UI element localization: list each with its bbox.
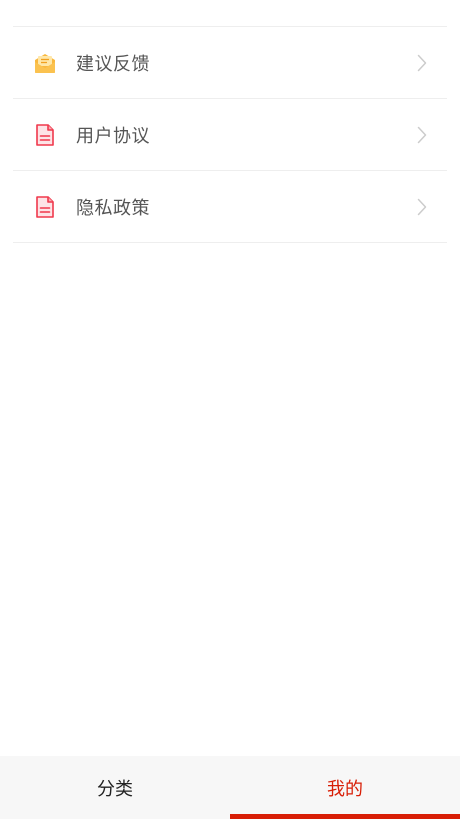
menu-item-feedback[interactable]: 建议反馈 bbox=[13, 27, 447, 99]
active-tab-indicator bbox=[230, 814, 460, 819]
feedback-envelope-icon bbox=[35, 53, 55, 73]
menu-item-privacy-policy[interactable]: 隐私政策 bbox=[13, 171, 447, 243]
tab-label: 我的 bbox=[327, 778, 363, 800]
chevron-right-icon bbox=[417, 198, 427, 215]
menu-top-divider bbox=[13, 0, 447, 27]
menu-item-label: 建议反馈 bbox=[76, 53, 150, 75]
document-icon bbox=[36, 123, 54, 146]
bottom-tab-bar: 分类 我的 bbox=[0, 756, 460, 819]
tab-category[interactable]: 分类 bbox=[0, 756, 230, 819]
chevron-right-icon bbox=[417, 54, 427, 71]
settings-menu-list: 建议反馈 用户协议 隐私政策 bbox=[13, 0, 447, 243]
chevron-right-icon bbox=[417, 126, 427, 143]
menu-item-user-agreement[interactable]: 用户协议 bbox=[13, 99, 447, 171]
menu-item-label: 隐私政策 bbox=[76, 197, 150, 219]
tab-mine[interactable]: 我的 bbox=[230, 756, 460, 819]
document-icon bbox=[36, 195, 54, 218]
tab-label: 分类 bbox=[97, 778, 133, 800]
menu-item-label: 用户协议 bbox=[76, 125, 150, 147]
